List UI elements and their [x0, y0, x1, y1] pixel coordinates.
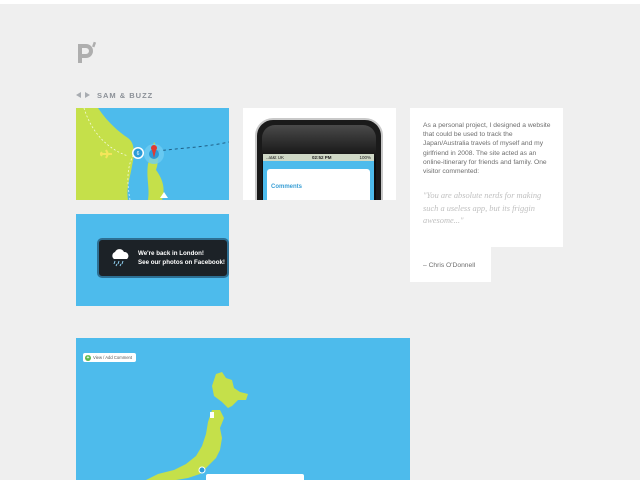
battery-label: 100% [359, 155, 371, 160]
comments-heading: Comments [271, 184, 303, 190]
notice-line-2: See our photos on Facebook! [138, 259, 225, 266]
plus-icon: + [85, 354, 91, 361]
view-add-comment-label: View / Add Comment [93, 355, 133, 360]
svg-text:6: 6 [137, 151, 140, 157]
quote-credit: – Chris O'Donnell [410, 247, 491, 282]
visitor-quote: "You are absolute nerds for making such … [423, 191, 542, 226]
iphone-thumbnail[interactable]: ..at&t UK 02:52 PM 100% Comments [243, 108, 396, 200]
view-add-comment-button[interactable]: + View / Add Comment [83, 353, 137, 362]
phone-screen: Comments [263, 161, 374, 200]
top-strip [0, 0, 640, 4]
notice-line-1: We're back in London! [138, 250, 204, 257]
flight-map-thumbnail[interactable]: 6 [76, 108, 229, 200]
london-notice-thumbnail[interactable]: We're back in London! See our photos on … [76, 214, 229, 306]
phone-time: 02:52 PM [311, 155, 332, 160]
project-title: SAM & BUZZ [97, 90, 154, 100]
project-nav: SAM & BUZZ [76, 90, 153, 100]
comments-card: Comments [267, 169, 370, 200]
phone-status-bar: ..at&t UK 02:52 PM 100% [263, 154, 374, 161]
japan-map-screenshot[interactable]: + View / Add Comment [76, 338, 410, 480]
carrier-label: ..at&t UK [266, 155, 285, 160]
rain-cloud-icon [112, 249, 129, 267]
description-text: As a personal project, I designed a webs… [423, 122, 551, 176]
site-logo[interactable] [76, 40, 98, 64]
next-project-icon[interactable] [84, 91, 92, 99]
project-description: As a personal project, I designed a webs… [410, 108, 563, 247]
facebook-notice: We're back in London! See our photos on … [97, 238, 229, 278]
previous-project-icon[interactable] [76, 91, 84, 99]
map-info-popup [206, 474, 304, 480]
